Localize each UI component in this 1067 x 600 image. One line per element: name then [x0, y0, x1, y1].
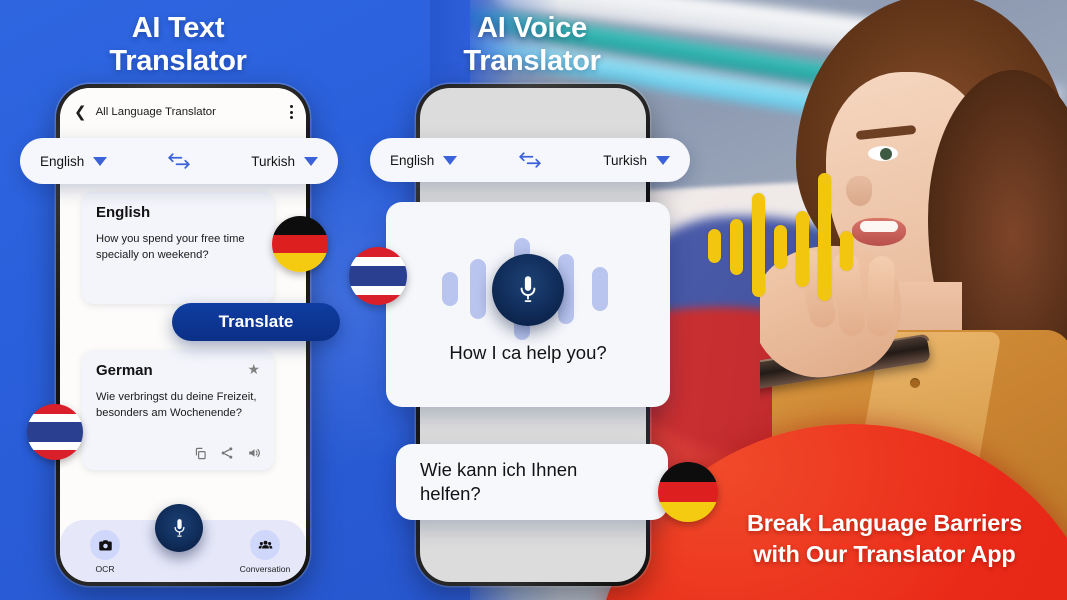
nav-label-ocr: OCR — [95, 564, 115, 574]
voice-answer-card: Wie kann ich Ihnen helfen? — [396, 444, 668, 520]
target-language-value: Turkish — [251, 153, 295, 169]
heading-right-line-2: Translator — [463, 45, 601, 78]
thailand-flag-icon — [27, 404, 83, 460]
germany-flag-icon — [658, 462, 718, 522]
app-bar: ❮ All Language Translator — [60, 88, 306, 136]
heading-left-line-2: Translator — [109, 45, 247, 78]
copy-icon[interactable] — [194, 447, 207, 460]
share-icon[interactable] — [220, 446, 234, 460]
banner-line-2: with Our Translator App — [753, 541, 1016, 568]
yellow-waveform — [708, 170, 853, 315]
target-text: Wie verbringst du deine Freizeit, besond… — [96, 391, 257, 419]
nav-label-conversation: Conversation — [239, 564, 291, 574]
heading-right-line-1: AI Voice — [477, 12, 587, 44]
chevron-down-icon — [443, 155, 458, 165]
germany-flag-icon — [272, 216, 328, 272]
target-language-dropdown[interactable]: Turkish — [251, 154, 318, 169]
voice-source-language-dropdown[interactable]: English — [390, 152, 458, 168]
woman-nose — [846, 176, 872, 206]
voice-recognized-text: How I ca help you? — [449, 342, 607, 363]
voice-target-language-value: Turkish — [603, 152, 647, 168]
woman-finger — [866, 255, 896, 337]
source-text: How you spend your free time specially o… — [96, 233, 245, 261]
banner-line-1: Break Language Barriers — [747, 510, 1022, 536]
voice-listening-card: How I ca help you? — [386, 202, 670, 407]
text-language-selector-bar: English Turkish — [20, 138, 338, 184]
voice-answer-text: Wie kann ich Ihnen helfen? — [420, 459, 578, 505]
voice-source-language-value: English — [390, 152, 435, 168]
source-language-value: English — [40, 153, 85, 169]
target-text-card[interactable]: German ★ Wie verbringst du deine Freizei… — [82, 350, 274, 470]
app-title: All Language Translator — [95, 106, 216, 118]
target-card-actions — [194, 446, 262, 460]
chevron-down-icon — [656, 155, 670, 165]
nav-item-ocr[interactable]: OCR — [76, 530, 134, 574]
woman-jacket-button — [910, 378, 920, 388]
source-language-dropdown[interactable]: English — [40, 153, 108, 169]
voice-target-language-dropdown[interactable]: Turkish — [603, 153, 670, 168]
kebab-menu-icon[interactable] — [290, 105, 293, 119]
voice-language-selector-bar: English Turkish — [370, 138, 690, 182]
star-icon[interactable]: ★ — [247, 362, 260, 376]
heading-ai-text-translator: AI Text Translator — [78, 12, 278, 78]
chevron-down-icon — [304, 156, 318, 166]
chevron-down-icon — [93, 156, 108, 166]
camera-icon — [90, 530, 120, 560]
people-group-icon — [250, 530, 280, 560]
speaker-icon[interactable] — [247, 446, 262, 460]
woman-teeth — [860, 221, 898, 232]
swap-arrows-icon[interactable] — [165, 152, 193, 170]
heading-ai-voice-translator: AI Voice Translator — [432, 12, 632, 78]
woman-pupil — [880, 148, 892, 160]
thailand-flag-icon — [349, 247, 407, 305]
target-language-label: German — [96, 362, 153, 379]
nav-item-conversation[interactable]: Conversation — [236, 530, 294, 574]
swap-arrows-icon[interactable] — [516, 151, 544, 169]
translate-button[interactable]: Translate — [172, 303, 340, 341]
microphone-icon[interactable] — [492, 254, 564, 326]
source-text-card[interactable]: English How you spend your free time spe… — [82, 192, 274, 304]
banner-text: Break Language Barriers with Our Transla… — [702, 508, 1067, 571]
heading-left-line-1: AI Text — [131, 12, 225, 44]
back-icon[interactable]: ❮ — [74, 103, 87, 121]
voice-input-button[interactable] — [155, 504, 203, 552]
promo-banner-stage: earn nglish — [0, 0, 1067, 600]
source-language-label: English — [96, 204, 151, 221]
